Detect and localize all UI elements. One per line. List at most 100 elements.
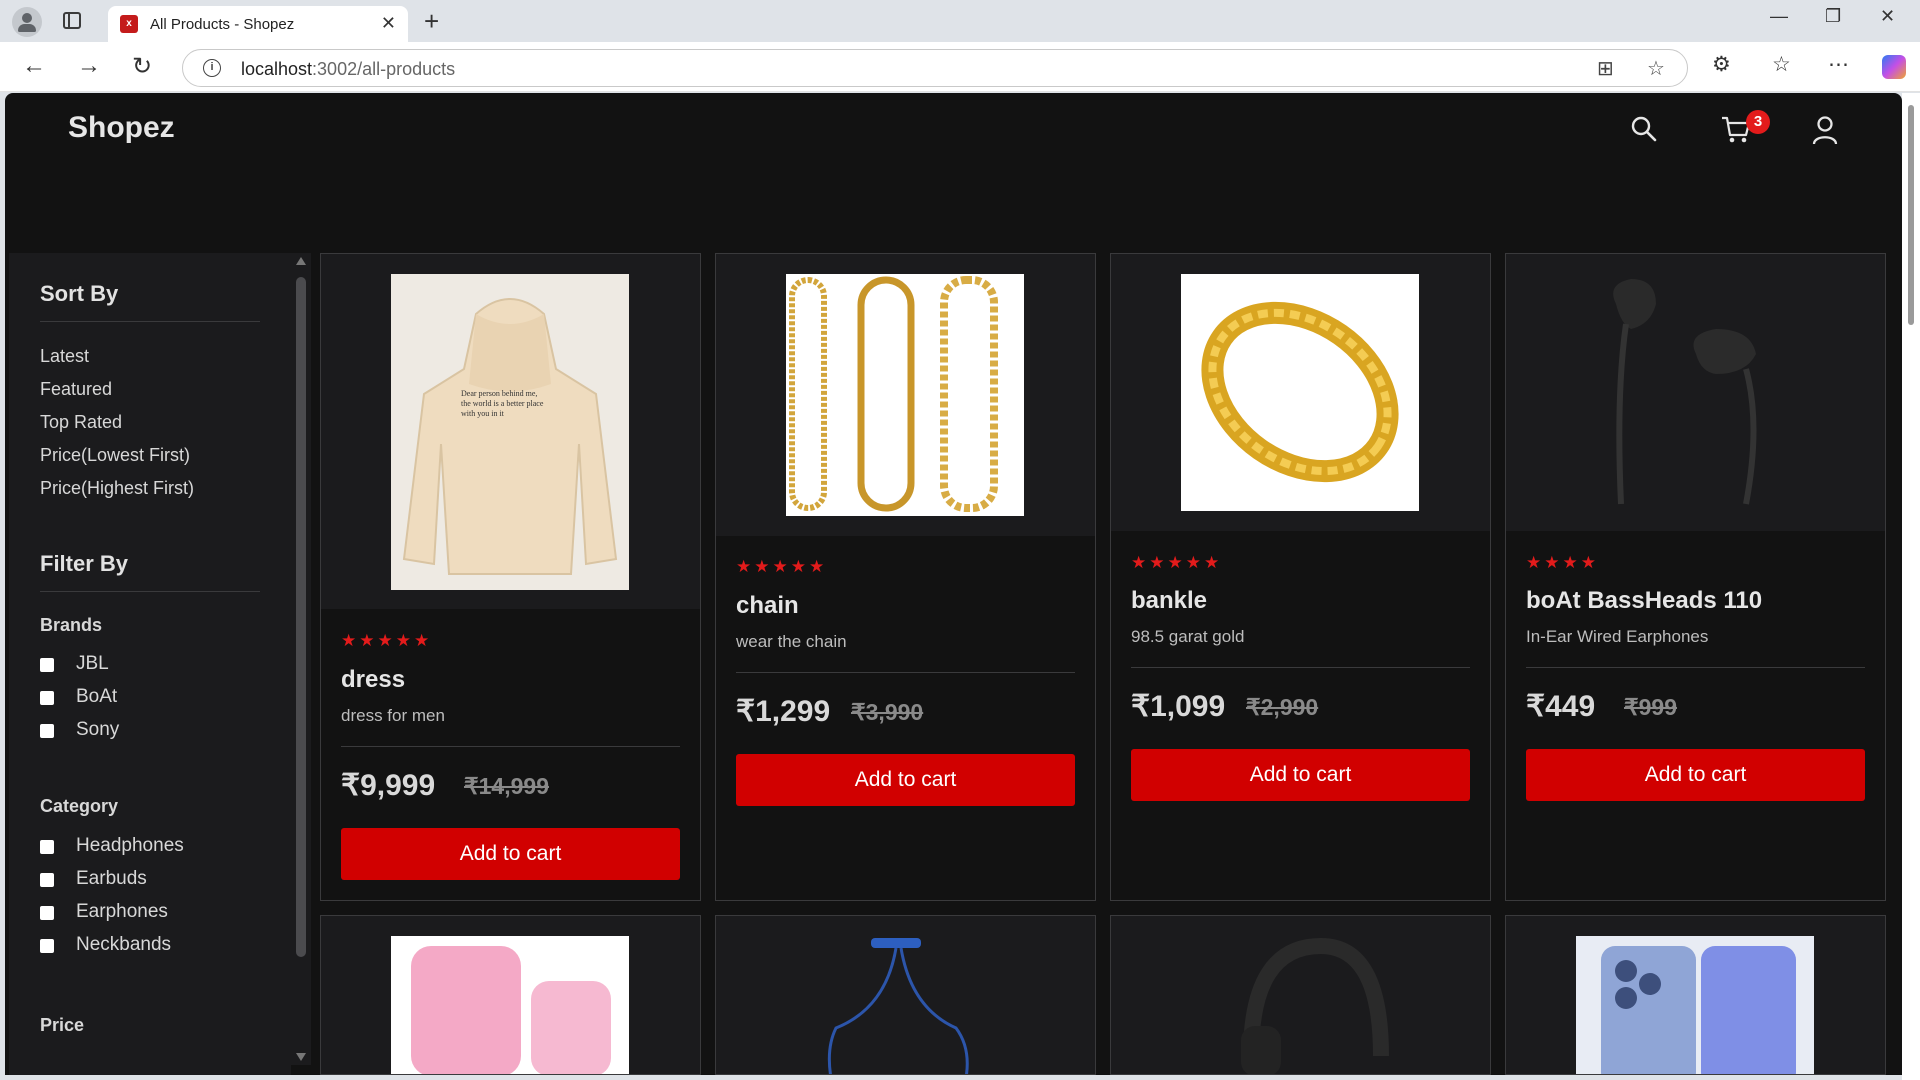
- sort-option-price-low[interactable]: Price(Lowest First): [40, 445, 190, 466]
- brand-checkbox-boat[interactable]: [40, 691, 54, 705]
- tab-title: All Products - Shopez: [150, 16, 295, 33]
- forward-icon[interactable]: →: [77, 52, 101, 80]
- category-heading: Category: [40, 796, 119, 816]
- product-price: ₹449: [1526, 690, 1596, 723]
- product-image-area: [1111, 916, 1490, 1074]
- browser-tab[interactable]: x All Products - Shopez ✕: [108, 6, 408, 42]
- tab-actions-icon[interactable]: [63, 12, 81, 29]
- site-navbar: Shopez 3: [5, 93, 1902, 253]
- browser-tab-bar: x All Products - Shopez ✕ + — ❐ ✕: [0, 0, 1920, 42]
- product-name[interactable]: bankle: [1131, 587, 1207, 615]
- product-description: wear the chain: [736, 632, 847, 651]
- product-card-boat-bassheads[interactable]: ★★★★ boAt BassHeads 110 In-Ear Wired Ear…: [1505, 253, 1886, 901]
- product-image-phone: [1576, 936, 1814, 1074]
- product-card-chain[interactable]: ★★★★★ chain wear the chain ₹1,299 ₹3,990…: [715, 253, 1096, 901]
- brand-label: JBL: [76, 653, 109, 674]
- product-card-neckband[interactable]: [715, 915, 1096, 1075]
- search-icon[interactable]: [1630, 115, 1658, 143]
- window-close-icon[interactable]: ✕: [1880, 6, 1895, 27]
- product-mrp: ₹999: [1624, 694, 1678, 720]
- back-icon[interactable]: ←: [22, 52, 46, 80]
- product-image-neckband: [827, 938, 969, 1074]
- product-name[interactable]: boAt BassHeads 110: [1526, 587, 1762, 615]
- divider: [40, 591, 260, 592]
- category-checkbox-headphones[interactable]: [40, 840, 54, 854]
- reload-icon[interactable]: ↻: [132, 52, 152, 81]
- product-mrp: ₹2,990: [1246, 694, 1319, 720]
- category-checkbox-earbuds[interactable]: [40, 873, 54, 887]
- product-mrp: ₹14,999: [464, 773, 549, 799]
- product-card-bankle[interactable]: ★★★★★ bankle 98.5 garat gold ₹1,099 ₹2,9…: [1110, 253, 1491, 901]
- profile-icon[interactable]: [12, 7, 42, 37]
- restore-icon[interactable]: ❐: [1825, 6, 1841, 27]
- product-card-dress[interactable]: Dear person behind me, the world is a be…: [320, 253, 701, 901]
- product-card-phone[interactable]: [1505, 915, 1886, 1075]
- sort-option-top-rated[interactable]: Top Rated: [40, 412, 122, 433]
- product-description: 98.5 garat gold: [1131, 627, 1245, 646]
- category-label: Earphones: [76, 901, 168, 922]
- product-card-headphones[interactable]: [1110, 915, 1491, 1075]
- category-label: Headphones: [76, 835, 184, 856]
- add-to-cart-button[interactable]: Add to cart: [341, 828, 680, 880]
- sort-option-price-high[interactable]: Price(Highest First): [40, 478, 194, 499]
- divider: [40, 321, 260, 322]
- product-description: In-Ear Wired Earphones: [1526, 627, 1709, 646]
- category-label: Neckbands: [76, 934, 172, 955]
- product-image-chain: [786, 274, 1024, 516]
- address-bar-row: ← → ↻ i localhost:3002/all-products ⊞ ☆ …: [0, 42, 1920, 92]
- user-icon[interactable]: [1811, 115, 1839, 145]
- brand-checkbox-sony[interactable]: [40, 724, 54, 738]
- copilot-icon[interactable]: [1882, 55, 1906, 79]
- favicon-icon: x: [120, 15, 138, 33]
- minimize-icon[interactable]: —: [1770, 6, 1788, 27]
- add-to-cart-button[interactable]: Add to cart: [736, 754, 1075, 806]
- app-install-icon[interactable]: ⊞: [1597, 56, 1614, 81]
- brand-logo[interactable]: Shopez: [68, 111, 175, 145]
- product-name[interactable]: chain: [736, 592, 799, 620]
- add-to-cart-button[interactable]: Add to cart: [1526, 749, 1865, 801]
- address-input[interactable]: i localhost:3002/all-products ⊞ ☆: [182, 49, 1688, 87]
- site-info-icon[interactable]: i: [203, 59, 221, 77]
- rating-stars: ★★★★★: [736, 557, 828, 576]
- product-image-area: [1506, 254, 1885, 531]
- sort-option-featured[interactable]: Featured: [40, 379, 112, 400]
- favorite-star-icon[interactable]: ☆: [1647, 56, 1665, 81]
- page: Shopez 3 Sort By Latest Featured Top Rat…: [5, 93, 1902, 1075]
- price-heading: Price: [40, 1015, 85, 1035]
- more-icon[interactable]: ⋯: [1828, 52, 1849, 77]
- cart-count-badge: 3: [1746, 110, 1770, 134]
- sidebar-scrollbar[interactable]: [291, 253, 311, 1065]
- category-checkbox-earphones[interactable]: [40, 906, 54, 920]
- product-price: ₹9,999: [341, 769, 436, 802]
- rating-stars: ★★★★: [1526, 553, 1599, 572]
- tab-close-icon[interactable]: ✕: [381, 13, 396, 34]
- page-scrollbar[interactable]: [1902, 93, 1920, 1080]
- product-image-backpack: [391, 936, 629, 1074]
- brand-label: BoAt: [76, 686, 118, 707]
- product-image-area: [716, 916, 1095, 1074]
- url-text: localhost:3002/all-products: [241, 59, 456, 79]
- sort-heading: Sort By: [40, 281, 119, 306]
- product-mrp: ₹3,990: [851, 699, 924, 725]
- favorites-icon[interactable]: ☆: [1772, 52, 1791, 77]
- category-label: Earbuds: [76, 868, 147, 889]
- new-tab-icon[interactable]: +: [424, 6, 439, 37]
- product-card-backpack[interactable]: [320, 915, 701, 1075]
- svg-text:Dear person behind me,: Dear person behind me,: [461, 389, 537, 398]
- svg-text:the world is a better place: the world is a better place: [461, 399, 544, 408]
- product-image-area: [321, 916, 700, 1074]
- extensions-icon[interactable]: ⚙: [1712, 52, 1731, 77]
- product-image-area: Dear person behind me, the world is a be…: [321, 254, 700, 609]
- brand-checkbox-jbl[interactable]: [40, 658, 54, 672]
- brand-label: Sony: [76, 719, 120, 740]
- product-name[interactable]: dress: [341, 666, 405, 694]
- add-to-cart-button[interactable]: Add to cart: [1131, 749, 1470, 801]
- product-image-bangle: [1181, 274, 1419, 511]
- filter-sidebar: Sort By Latest Featured Top Rated Price(…: [9, 253, 291, 1075]
- divider: [736, 672, 1075, 673]
- product-price: ₹1,299: [736, 695, 831, 728]
- divider: [341, 746, 680, 747]
- product-price: ₹1,099: [1131, 690, 1226, 723]
- category-checkbox-neckbands[interactable]: [40, 939, 54, 953]
- sort-option-latest[interactable]: Latest: [40, 346, 89, 367]
